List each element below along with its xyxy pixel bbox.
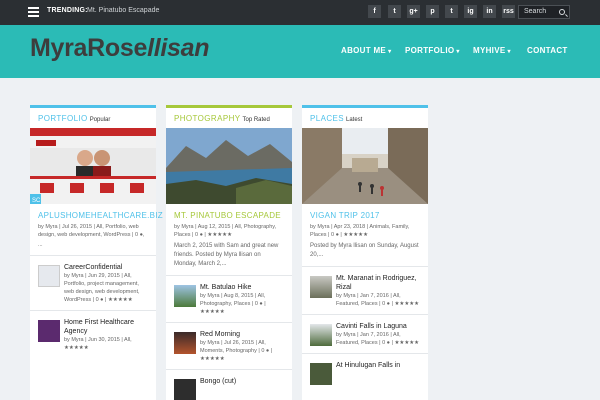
featured-image[interactable]	[166, 128, 292, 204]
twitter-icon[interactable]: t	[388, 5, 401, 18]
featured-excerpt: Posted by Myra llisan on Sunday, August …	[310, 243, 419, 258]
top-bar: TRENDING: Mt. Pinatubo Escapade f t g+ p…	[0, 0, 600, 25]
list-item[interactable]: At Hinulugan Falls in	[302, 354, 428, 385]
hamburger-menu-icon[interactable]	[28, 7, 39, 17]
photography-column: PHOTOGRAPHY Top Rated MT. PINATUBO ESCAPA…	[166, 105, 292, 400]
list-item-meta: by Myra | Jun 30, 2015 | All, ★★★★★	[64, 337, 132, 351]
featured-meta: by Myra | Jul 26, 2015 | All, Portfolio,…	[38, 224, 145, 238]
nav-myhive[interactable]: MYHIVE ▾	[473, 46, 511, 55]
thumbnail[interactable]	[310, 324, 332, 346]
featured-meta: by Myra | Aug 12, 2015 | All, Photograph…	[174, 224, 277, 238]
site-header: MyraRosellisan ABOUT ME ▾ PORTFOLIO ▾ MYHI…	[0, 25, 600, 78]
facebook-icon[interactable]: f	[368, 5, 381, 18]
thumbnail[interactable]	[174, 379, 196, 400]
list-item-meta: by Myra | Jan 7, 2016 | All, Featured, P…	[336, 332, 420, 346]
column-subheading: Popular	[89, 117, 111, 123]
featured-title[interactable]: MT. PINATUBO ESCAPADE	[166, 204, 292, 221]
list-item-meta: by Myra | Jul 26, 2015 | All, Moments, P…	[200, 340, 273, 362]
pinterest-icon[interactable]: p	[426, 5, 439, 18]
trending-label: TRENDING:	[47, 7, 88, 14]
featured-title[interactable]: VIGAN TRIP 2017	[302, 204, 428, 221]
column-subheading: Top Rated	[242, 117, 270, 123]
list-item[interactable]: Mt. Maranat in Rodriguez, Rizal by Myra …	[302, 267, 428, 308]
thumbnail[interactable]	[310, 276, 332, 298]
featured-excerpt: March 2, 2015 with Sam and great new fri…	[174, 243, 279, 267]
logo-italic: llisan	[147, 34, 210, 62]
column-header: PORTFOLIO Popular	[30, 108, 156, 128]
featured-image[interactable]: SC	[30, 128, 156, 204]
instagram-icon[interactable]: ig	[464, 5, 477, 18]
column-header: PHOTOGRAPHY Top Rated	[166, 108, 292, 128]
thumbnail[interactable]	[38, 265, 60, 287]
chevron-down-icon: ▾	[456, 49, 460, 55]
list-item-title[interactable]: Cavinti Falls in Laguna	[336, 322, 420, 331]
list-item-title[interactable]: Mt. Maranat in Rodriguez, Rizal	[336, 274, 420, 292]
list-item-title[interactable]: Mt. Batulao Hike	[200, 283, 284, 292]
column-heading[interactable]: PLACES	[310, 114, 344, 123]
featured-more: ...	[38, 242, 43, 248]
search-input[interactable]: Search	[518, 5, 570, 19]
list-item-meta: by Myra | Aug 8, 2015 | All, Photography…	[200, 293, 266, 315]
list-item-title[interactable]: Red Morning	[200, 330, 284, 339]
rss-icon[interactable]: rss	[502, 5, 515, 18]
chevron-down-icon: ▾	[388, 49, 392, 55]
thumbnail[interactable]	[38, 320, 60, 342]
site-logo[interactable]: MyraRosellisan	[30, 34, 210, 63]
list-item[interactable]: Mt. Batulao Hike by Myra | Aug 8, 2015 |…	[166, 276, 292, 316]
thumbnail[interactable]	[310, 363, 332, 385]
logo-main: MyraRose	[30, 34, 148, 62]
featured-title[interactable]: APLUSHOMEHEALTHCARE.BIZ	[30, 204, 163, 221]
list-item[interactable]: Home First Healthcare Agency by Myra | J…	[30, 311, 156, 352]
featured-meta: by Myra | Apr 23, 2018 | Animals, Family…	[310, 224, 410, 238]
svg-text:SC: SC	[32, 198, 41, 204]
list-item[interactable]: Cavinti Falls in Laguna by Myra | Jan 7,…	[302, 315, 428, 347]
list-item-meta: by Myra | Jan 7, 2016 | All, Featured, P…	[336, 293, 420, 307]
chevron-down-icon: ▾	[507, 49, 511, 55]
nav-portfolio[interactable]: PORTFOLIO ▾	[405, 46, 460, 55]
list-item-title[interactable]: CareerConfidential	[64, 263, 148, 272]
column-heading[interactable]: PORTFOLIO	[38, 114, 88, 123]
thumbnail[interactable]	[174, 332, 196, 354]
list-item[interactable]: Red Morning by Myra | Jul 26, 2015 | All…	[166, 323, 292, 363]
search-icon[interactable]	[559, 9, 565, 15]
list-item[interactable]: Bongo (cut)	[166, 370, 292, 400]
nav-about-me[interactable]: ABOUT ME ▾	[341, 46, 391, 55]
linkedin-icon[interactable]: in	[483, 5, 496, 18]
tumblr-icon[interactable]: t	[445, 5, 458, 18]
featured-image[interactable]	[302, 128, 428, 204]
search-placeholder: Search	[524, 8, 547, 15]
column-heading[interactable]: PHOTOGRAPHY	[174, 114, 241, 123]
list-item-title[interactable]: Bongo (cut)	[200, 377, 284, 386]
list-item-title[interactable]: At Hinulugan Falls in	[336, 361, 420, 370]
column-subheading: Latest	[345, 117, 363, 123]
list-item[interactable]: CareerConfidential by Myra | Jun 29, 201…	[30, 256, 156, 304]
thumbnail[interactable]	[174, 285, 196, 307]
nav-contact[interactable]: CONTACT	[527, 46, 568, 55]
list-item-meta: by Myra | Jun 29, 2015 | All, Portfolio,…	[64, 273, 140, 303]
column-header: PLACES Latest	[302, 108, 428, 128]
list-item-title[interactable]: Home First Healthcare Agency	[64, 318, 148, 336]
portfolio-column: PORTFOLIO Popular SC APLUSHOMEHEALTHCARE.…	[30, 105, 163, 400]
places-column: PLACES Latest VIGAN TRIP 2017 by Myra | A…	[302, 105, 428, 400]
google-plus-icon[interactable]: g+	[407, 5, 420, 18]
trending-link[interactable]: Mt. Pinatubo Escapade	[87, 7, 159, 14]
